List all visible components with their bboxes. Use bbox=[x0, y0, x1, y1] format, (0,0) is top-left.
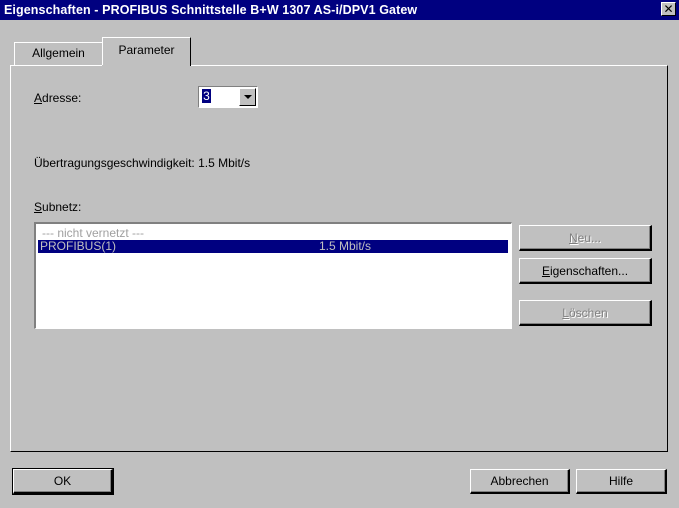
chevron-down-icon[interactable] bbox=[239, 88, 256, 106]
address-combobox[interactable]: 3 bbox=[198, 86, 258, 108]
address-value: 3 bbox=[202, 89, 211, 103]
transfer-rate-text: Übertragungsgeschwindigkeit: 1.5 Mbit/s bbox=[34, 156, 251, 170]
window-title: Eigenschaften - PROFIBUS Schnittstelle B… bbox=[4, 3, 418, 17]
help-button[interactable]: Hilfe bbox=[576, 469, 667, 494]
tab-allgemein-label: Allgemein bbox=[32, 46, 85, 60]
tab-allgemein[interactable]: Allgemein bbox=[14, 42, 103, 65]
subnet-listbox[interactable]: --- nicht vernetzt --- PROFIBUS(1) 1.5 M… bbox=[34, 222, 512, 329]
tab-parameter-label: Parameter bbox=[118, 43, 175, 57]
delete-subnet-button[interactable]: Löschen bbox=[519, 300, 652, 326]
cancel-button[interactable]: Abbrechen bbox=[470, 469, 570, 494]
list-item-name: PROFIBUS(1) bbox=[40, 239, 117, 253]
new-subnet-button[interactable]: Neu... bbox=[519, 225, 652, 251]
list-item-speed: 1.5 Mbit/s bbox=[319, 239, 372, 253]
ok-button[interactable]: OK bbox=[12, 468, 114, 495]
close-icon: ✕ bbox=[663, 2, 674, 16]
properties-dialog: Eigenschaften - PROFIBUS Schnittstelle B… bbox=[0, 0, 679, 508]
tab-parameter[interactable]: Parameter bbox=[102, 37, 191, 67]
close-button[interactable]: ✕ bbox=[661, 2, 676, 16]
title-bar[interactable]: Eigenschaften - PROFIBUS Schnittstelle B… bbox=[0, 0, 679, 20]
address-label: Adresse: bbox=[34, 91, 82, 105]
subnet-properties-button[interactable]: Eigenschaften... bbox=[519, 258, 652, 284]
subnet-label: Subnetz: bbox=[34, 200, 82, 214]
list-item-selected[interactable]: PROFIBUS(1) 1.5 Mbit/s bbox=[38, 240, 508, 253]
